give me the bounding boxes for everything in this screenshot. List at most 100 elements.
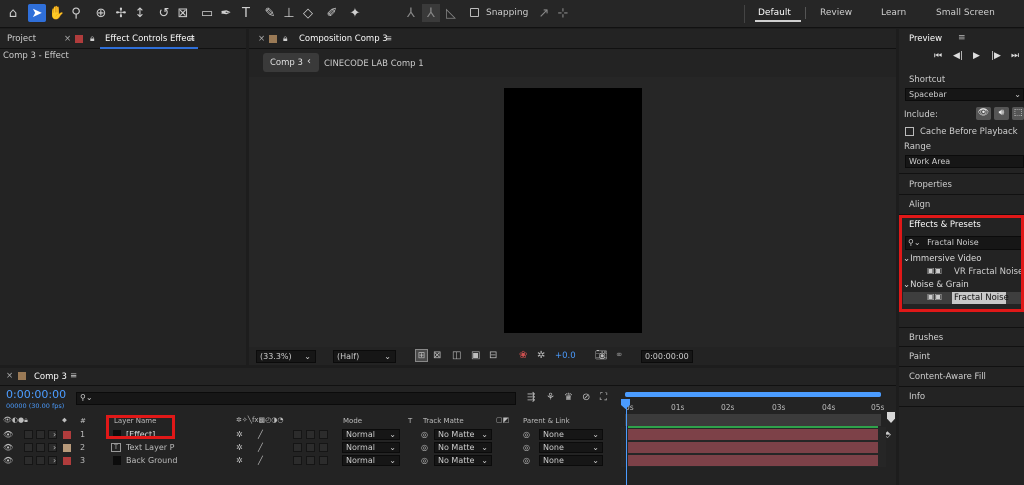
composition-mini-flowchart-icon[interactable]: ⇶ <box>527 392 535 403</box>
pen-tool-icon[interactable]: ✒ <box>217 4 235 22</box>
switch-box[interactable] <box>293 443 302 452</box>
timeline-search-input[interactable]: ⚲⌄ <box>76 392 516 405</box>
column-header-parent-link[interactable]: Parent & Link <box>523 417 570 425</box>
type-tool-icon[interactable]: T <box>237 4 255 22</box>
collapse-switch-icon[interactable]: ✲ <box>236 456 243 465</box>
brushes-panel-title[interactable]: Brushes <box>909 333 943 343</box>
quality-switch-icon[interactable]: ╱ <box>258 443 263 452</box>
breadcrumb-current[interactable]: Comp 3 ‹ <box>263 53 319 72</box>
guides-icon[interactable]: ⊟ <box>489 350 497 361</box>
switch-box[interactable] <box>319 456 328 465</box>
range-dropdown[interactable]: Work Area <box>905 155 1024 168</box>
tab-timeline-comp[interactable]: Comp 3 <box>34 372 67 382</box>
track-matte-spiral-icon[interactable]: ◎ <box>421 430 428 439</box>
chevron-right-icon[interactable]: › <box>53 456 56 465</box>
rotation-tool-icon[interactable]: ↺ <box>155 4 173 22</box>
layer-bar-effect[interactable] <box>628 429 878 440</box>
parent-dropdown[interactable]: None ⌄ <box>539 455 603 466</box>
selection-tool-icon[interactable]: ➤ <box>28 4 46 22</box>
align-panel-title[interactable]: Align <box>909 200 930 210</box>
paint-panel-title[interactable]: Paint <box>909 352 930 362</box>
switch-box[interactable] <box>306 430 315 439</box>
axis-local-icon[interactable]: ⅄ <box>402 4 420 22</box>
parent-pickwhip-icon[interactable]: ◎ <box>523 443 530 452</box>
layer-mode-dropdown[interactable]: Normal ⌄ <box>342 429 400 440</box>
solo-toggle[interactable] <box>36 456 45 465</box>
layer-bar-text[interactable] <box>628 442 878 453</box>
snapping-checkbox[interactable] <box>470 8 479 17</box>
solo-toggle[interactable] <box>36 430 45 439</box>
axis-world-icon[interactable]: ⅄ <box>422 4 440 22</box>
workspace-small-screen[interactable]: Small Screen <box>936 8 995 18</box>
panel-menu-icon[interactable]: ≡ <box>70 371 77 381</box>
snap-grid-icon[interactable]: ⊹ <box>554 4 572 22</box>
collapse-switch-icon[interactable]: ✲ <box>236 430 243 439</box>
include-audio-icon[interactable]: 🔊︎ <box>994 107 1009 120</box>
audio-toggle[interactable] <box>24 443 33 452</box>
layer-bar-background[interactable] <box>628 455 878 466</box>
include-overlays-icon[interactable]: ⬚ <box>1012 107 1024 120</box>
layer-name[interactable]: Back Ground <box>126 456 177 465</box>
zoom-dropdown[interactable]: (33.3%) ⌄ <box>256 350 316 363</box>
switch-box[interactable] <box>293 430 302 439</box>
chevron-right-icon[interactable]: › <box>53 430 56 439</box>
shortcut-dropdown[interactable]: Spacebar ⌄ <box>905 88 1024 101</box>
pan-behind-tool-icon[interactable]: ⊠ <box>174 4 192 22</box>
layer-label-color[interactable] <box>63 444 71 452</box>
play-icon[interactable]: ▶︎ <box>973 51 980 61</box>
panel-menu-icon[interactable]: ≡ <box>958 33 966 43</box>
track-matte-spiral-icon[interactable]: ◎ <box>421 456 428 465</box>
track-matte-dropdown[interactable]: No Matte ⌄ <box>434 429 492 440</box>
fast-preview-icon[interactable]: ⊞ <box>415 349 428 362</box>
eye-visibility-icon[interactable]: 👁︎ <box>3 443 13 452</box>
close-icon[interactable]: × <box>64 34 71 44</box>
frame-blending-icon[interactable]: ⊘ <box>582 392 590 403</box>
pan-camera-icon[interactable]: ✢ <box>112 4 130 22</box>
audio-toggle[interactable] <box>24 456 33 465</box>
tab-effect-controls[interactable]: Effect Controls Effect <box>105 34 194 44</box>
previous-frame-icon[interactable]: ◀︎| <box>953 51 963 61</box>
column-header-track-matte[interactable]: Track Matte <box>423 417 464 425</box>
resolution-dropdown[interactable]: (Half) ⌄ <box>333 350 396 363</box>
orbit-camera-icon[interactable]: ⊕ <box>92 4 110 22</box>
parent-dropdown[interactable]: None ⌄ <box>539 442 603 453</box>
puppet-pin-icon[interactable]: ✦ <box>346 4 364 22</box>
include-video-icon[interactable]: 👁︎ <box>976 107 991 120</box>
mask-visibility-icon[interactable]: ◫ <box>452 350 461 361</box>
snapshot-camera-icon[interactable]: 📷︎ <box>595 350 608 361</box>
time-ruler[interactable]: 0s 01s 02s 03s 04s 05s <box>621 390 886 426</box>
cache-before-playback-checkbox[interactable] <box>905 127 914 136</box>
tab-composition[interactable]: Composition Comp 3 <box>299 34 388 44</box>
last-frame-icon[interactable]: ⏭︎ <box>1011 51 1019 61</box>
preview-title[interactable]: Preview <box>909 34 942 44</box>
layer-mode-dropdown[interactable]: Normal ⌄ <box>342 442 400 453</box>
work-area-bar[interactable] <box>625 392 881 397</box>
next-frame-icon[interactable]: |▶︎ <box>991 51 1001 61</box>
lock-icon[interactable]: 🔒︎ <box>90 34 95 44</box>
switch-box[interactable] <box>306 443 315 452</box>
parent-dropdown[interactable]: None ⌄ <box>539 429 603 440</box>
close-icon[interactable]: × <box>258 34 265 44</box>
color-channels-icon[interactable]: ❀ <box>519 350 527 361</box>
show-snapshot-icon[interactable]: ⚭ <box>615 350 623 361</box>
zoom-tool-icon[interactable]: ⚲ <box>67 4 85 22</box>
content-aware-fill-title[interactable]: Content-Aware Fill <box>909 372 986 382</box>
info-panel-title[interactable]: Info <box>909 392 925 402</box>
quality-switch-icon[interactable]: ╱ <box>258 456 263 465</box>
current-time-display[interactable]: 0:00:00:00 <box>6 388 66 401</box>
shy-layers-icon[interactable]: ♛ <box>564 392 573 403</box>
snap-edges-icon[interactable]: ↗ <box>535 4 553 22</box>
tab-project[interactable]: Project <box>7 34 36 44</box>
collapse-switch-icon[interactable]: ✲ <box>236 443 243 452</box>
hand-tool-icon[interactable]: ✋ <box>48 4 66 22</box>
audio-toggle[interactable] <box>24 430 33 439</box>
parent-pickwhip-icon[interactable]: ◎ <box>523 430 530 439</box>
layer-name[interactable]: Text Layer P <box>126 443 174 452</box>
home-icon[interactable]: ⌂ <box>4 4 22 22</box>
draft-3d-icon[interactable]: ⚘ <box>546 392 555 403</box>
layer-row[interactable]: 👁︎ › 2 T Text Layer P ✲ ╱ Normal ⌄ ◎ No M… <box>0 441 620 454</box>
rectangle-tool-icon[interactable]: ▭ <box>198 4 216 22</box>
reset-exposure-icon[interactable]: ✲ <box>537 350 545 361</box>
comp-end-marker[interactable] <box>887 412 895 423</box>
exposure-value[interactable]: +0.0 <box>555 351 576 361</box>
